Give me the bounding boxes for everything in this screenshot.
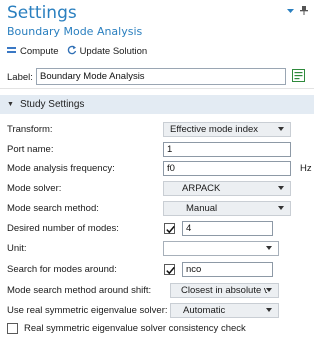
mode-solver-value: ARPACK bbox=[182, 183, 221, 194]
desired-modes-checkbox[interactable] bbox=[164, 223, 175, 234]
mode-search-method-value: Manual bbox=[186, 203, 218, 214]
compute-label: Compute bbox=[20, 46, 59, 57]
update-solution-label: Update Solution bbox=[79, 46, 148, 57]
update-solution-button[interactable]: Update Solution bbox=[67, 45, 148, 58]
desired-modes-row: Desired number of modes: bbox=[7, 220, 314, 238]
desired-modes-input[interactable] bbox=[182, 221, 273, 236]
unit-select[interactable] bbox=[163, 241, 279, 256]
port-name-label: Port name: bbox=[7, 144, 54, 155]
consistency-check-checkbox[interactable] bbox=[7, 323, 18, 334]
compute-icon bbox=[7, 46, 17, 57]
real-symmetric-row: Use real symmetric eigenvalue solver: Au… bbox=[7, 302, 314, 320]
transform-select[interactable]: Effective mode index bbox=[163, 122, 291, 137]
real-symmetric-label: Use real symmetric eigenvalue solver: bbox=[7, 305, 168, 316]
search-around-input[interactable] bbox=[182, 262, 273, 277]
study-settings-section-header[interactable]: ▼ Study Settings bbox=[0, 95, 314, 114]
mode-frequency-row: Mode analysis frequency: Hz bbox=[7, 160, 314, 178]
unit-label: Unit: bbox=[7, 243, 27, 254]
mode-solver-select[interactable]: ARPACK bbox=[163, 181, 291, 196]
desired-modes-label: Desired number of modes: bbox=[7, 223, 119, 234]
search-around-label: Search for modes around: bbox=[7, 264, 117, 275]
dropdown-caret-icon bbox=[278, 186, 284, 190]
consistency-check-label: Real symmetric eigenvalue solver consist… bbox=[24, 323, 246, 334]
pin-icon[interactable] bbox=[300, 6, 308, 15]
mode-frequency-label: Mode analysis frequency: bbox=[7, 163, 115, 174]
collapse-triangle-icon: ▼ bbox=[7, 101, 14, 108]
settings-title: Settings bbox=[7, 3, 77, 23]
real-symmetric-value: Automatic bbox=[183, 305, 226, 316]
search-around-row: Search for modes around: bbox=[7, 261, 314, 279]
search-shift-select[interactable]: Closest in absolute v bbox=[170, 283, 279, 298]
port-name-row: Port name: bbox=[7, 141, 314, 159]
transform-row: Transform: Effective mode index bbox=[7, 121, 314, 139]
unit-row: Unit: bbox=[7, 240, 314, 258]
dropdown-caret-icon bbox=[266, 246, 272, 250]
mode-solver-label: Mode solver: bbox=[7, 183, 62, 194]
node-subtitle: Boundary Mode Analysis bbox=[7, 25, 143, 38]
search-around-checkbox[interactable] bbox=[164, 264, 175, 275]
label-input[interactable] bbox=[36, 68, 286, 85]
toolbar: Compute Update Solution bbox=[7, 45, 147, 58]
compute-button[interactable]: Compute bbox=[7, 46, 59, 57]
mode-solver-row: Mode solver: ARPACK bbox=[7, 180, 314, 198]
frequency-unit: Hz bbox=[300, 163, 312, 174]
search-shift-row: Mode search method around shift: Closest… bbox=[7, 282, 314, 300]
header-icons bbox=[287, 6, 308, 15]
dropdown-caret-icon bbox=[266, 308, 272, 312]
mode-search-method-select[interactable]: Manual bbox=[163, 201, 291, 216]
transform-value: Effective mode index bbox=[170, 124, 259, 135]
label-row: Label: bbox=[0, 63, 314, 89]
mode-search-method-row: Mode search method: Manual bbox=[7, 200, 314, 218]
mode-frequency-input[interactable] bbox=[163, 161, 291, 176]
mode-search-method-label: Mode search method: bbox=[7, 203, 99, 214]
edit-label-icon[interactable] bbox=[292, 69, 305, 85]
chevron-down-icon[interactable] bbox=[287, 8, 294, 14]
dropdown-caret-icon bbox=[278, 127, 284, 131]
update-solution-icon bbox=[67, 45, 77, 58]
real-symmetric-select[interactable]: Automatic bbox=[170, 303, 279, 318]
port-name-input[interactable] bbox=[163, 142, 291, 157]
dropdown-caret-icon bbox=[266, 288, 272, 292]
dropdown-caret-icon bbox=[278, 206, 284, 210]
search-shift-label: Mode search method around shift: bbox=[7, 285, 152, 296]
search-shift-value: Closest in absolute v bbox=[181, 285, 269, 296]
label-caption: Label: bbox=[7, 72, 33, 83]
consistency-check-row: Real symmetric eigenvalue solver consist… bbox=[7, 323, 246, 334]
section-title: Study Settings bbox=[19, 99, 85, 110]
transform-label: Transform: bbox=[7, 124, 53, 135]
